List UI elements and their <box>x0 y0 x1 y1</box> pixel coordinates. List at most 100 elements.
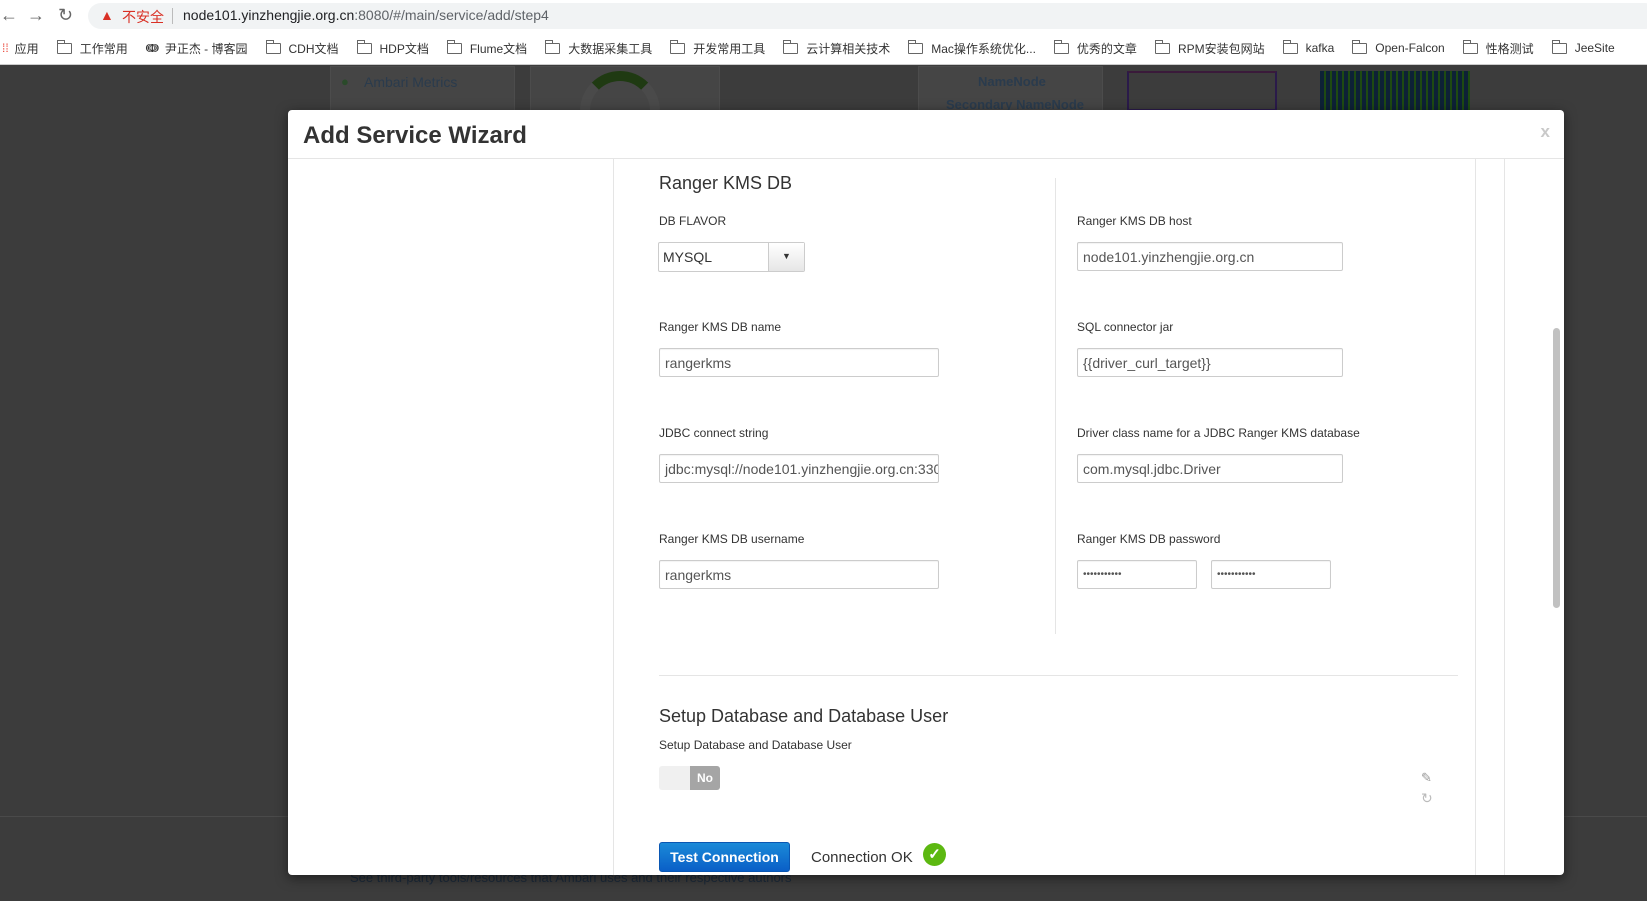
bookmark-label: 尹正杰 - 博客园 <box>164 41 248 56</box>
forward-icon[interactable]: → <box>27 5 45 26</box>
bookmark-item[interactable]: CDH文档 <box>265 39 339 57</box>
folder-icon <box>545 39 561 54</box>
reload-icon[interactable]: ↻ <box>58 5 73 26</box>
bookmark-item[interactable]: 优秀的文章 <box>1053 39 1137 57</box>
folder-icon <box>1462 39 1478 54</box>
bg-ambari-metrics: Ambari Metrics <box>364 74 458 90</box>
driver-class-label: Driver class name for a JDBC Ranger KMS … <box>1077 426 1360 440</box>
bookmark-item[interactable]: 性格测试 <box>1462 39 1534 57</box>
db-username-input[interactable]: rangerkms <box>659 560 939 589</box>
url-host: node101.yinzhengjie.org.cn <box>183 7 355 23</box>
folder-icon <box>446 39 462 54</box>
db-password-confirm-input[interactable]: ••••••••••• <box>1211 560 1331 589</box>
setup-section-title: Setup Database and Database User <box>659 706 949 726</box>
security-label[interactable]: 不安全 <box>122 7 164 27</box>
folder-icon <box>56 39 72 54</box>
bookmark-item[interactable]: ↈ 尹正杰 - 博客园 <box>146 40 248 57</box>
db-password-input[interactable]: ••••••••••• <box>1077 560 1197 589</box>
divider <box>1504 159 1505 875</box>
warning-icon: ▲ <box>100 7 114 23</box>
bookmark-item[interactable]: Flume文档 <box>446 39 528 57</box>
folder-icon <box>1352 39 1368 54</box>
bookmark-item[interactable]: ⁞⁞ 应用 <box>2 40 39 57</box>
folder-icon <box>1282 39 1298 54</box>
scrollbar[interactable] <box>1553 328 1560 608</box>
db-host-input[interactable]: node101.yinzhengjie.org.cn <box>1077 242 1343 271</box>
url-path: :8080/#/main/service/add/step4 <box>354 7 549 23</box>
check-circle-icon: ✓ <box>923 843 946 866</box>
bookmark-label: Flume文档 <box>469 41 528 56</box>
folder-icon <box>670 39 686 54</box>
column-divider <box>1055 178 1056 634</box>
bookmark-label: 云计算相关技术 <box>806 41 891 56</box>
jdbc-string-label: JDBC connect string <box>659 426 769 440</box>
db-flavor-label: DB FLAVOR <box>659 214 727 228</box>
back-icon[interactable]: ← <box>0 5 18 26</box>
db-flavor-value: MYSQL <box>663 249 713 265</box>
bookmark-item[interactable]: 工作常用 <box>56 39 128 57</box>
db-name-label: Ranger KMS DB name <box>659 320 782 334</box>
pencil-icon[interactable]: ✎ <box>1421 770 1432 786</box>
bookmark-label: JeeSite <box>1574 41 1615 55</box>
bookmark-label: 大数据采集工具 <box>568 41 653 56</box>
bg-chart <box>1127 71 1277 111</box>
bookmark-label: 性格测试 <box>1485 41 1534 56</box>
folder-icon <box>265 39 281 54</box>
bookmark-label: 开发常用工具 <box>693 41 766 56</box>
bookmark-item[interactable]: Mac操作系统优化... <box>908 39 1036 57</box>
db-password-label: Ranger KMS DB password <box>1077 532 1221 546</box>
close-button[interactable]: x <box>1541 122 1550 142</box>
bookmark-item[interactable]: HDP文档 <box>356 39 429 57</box>
bookmark-label: 优秀的文章 <box>1076 41 1137 56</box>
test-connection-button[interactable]: Test Connection <box>659 842 790 872</box>
bg-namenode: NameNode <box>978 74 1046 89</box>
folder-icon <box>1053 39 1069 54</box>
db-flavor-select[interactable]: MYSQL ▼ <box>658 242 805 272</box>
bookmark-item[interactable]: kafka <box>1282 39 1335 55</box>
modal-header: Add Service Wizard x <box>288 110 1564 159</box>
jdbc-string-input[interactable]: jdbc:mysql://node101.yinzhengjie.org.cn:… <box>659 454 939 483</box>
bg-chart <box>1320 71 1470 111</box>
db-host-label: Ranger KMS DB host <box>1077 214 1192 228</box>
bookmark-label: kafka <box>1305 41 1335 55</box>
bookmark-label: Mac操作系统优化... <box>931 41 1036 56</box>
folder-icon <box>356 39 372 54</box>
connector-jar-label: SQL connector jar <box>1077 320 1174 334</box>
bookmark-label: 工作常用 <box>79 41 128 56</box>
chevron-down-icon[interactable]: ▼ <box>768 243 804 271</box>
setup-db-toggle[interactable]: No <box>659 766 720 790</box>
apps-icon: ⁞⁞ <box>2 41 9 55</box>
driver-class-input[interactable]: com.mysql.jdbc.Driver <box>1077 454 1343 483</box>
browser-toolbar: ← → ↻ ▲ 不安全 node101.yinzhengjie.org.cn:8… <box>0 0 1647 32</box>
section-divider <box>659 675 1458 676</box>
bookmarks-bar: ⁞⁞ 应用 工作常用 ↈ 尹正杰 - 博客园 CDH文档 HDP文档 Flume文档 大数据采集… <box>0 32 1647 65</box>
bookmark-label: 应用 <box>14 41 39 56</box>
setup-db-label: Setup Database and Database User <box>659 738 852 752</box>
bookmark-item[interactable]: 大数据采集工具 <box>545 39 653 57</box>
section-title: Ranger KMS DB <box>659 173 793 193</box>
bookmark-item[interactable]: 开发常用工具 <box>670 39 766 57</box>
site-icon: ↈ <box>145 40 159 55</box>
connection-status: Connection OK <box>811 849 913 866</box>
connector-jar-input[interactable]: {{driver_curl_target}} <box>1077 348 1343 377</box>
add-service-wizard-modal: Add Service Wizard x Ranger KMS DB DB FL… <box>288 110 1564 875</box>
bookmark-label: HDP文档 <box>379 41 429 56</box>
divider <box>172 8 173 24</box>
bookmark-item[interactable]: RPM安装包网站 <box>1154 39 1265 57</box>
folder-icon <box>908 39 924 54</box>
bookmark-item[interactable]: JeeSite <box>1551 39 1615 55</box>
bookmark-label: CDH文档 <box>288 41 339 56</box>
db-username-label: Ranger KMS DB username <box>659 532 805 546</box>
bookmark-item[interactable]: Open-Falcon <box>1352 39 1445 55</box>
url-text[interactable]: node101.yinzhengjie.org.cn:8080/#/main/s… <box>183 7 549 23</box>
bookmark-label: Open-Falcon <box>1375 41 1445 55</box>
toggle-state: No <box>690 766 720 790</box>
folder-icon <box>783 39 799 54</box>
bookmark-label: RPM安装包网站 <box>1177 41 1265 56</box>
folder-icon <box>1551 39 1567 54</box>
db-name-input[interactable]: rangerkms <box>659 348 939 377</box>
folder-icon <box>1154 39 1170 54</box>
wizard-steps-sidebar <box>288 159 614 875</box>
refresh-icon[interactable]: ↻ <box>1421 790 1433 807</box>
bookmark-item[interactable]: 云计算相关技术 <box>783 39 891 57</box>
